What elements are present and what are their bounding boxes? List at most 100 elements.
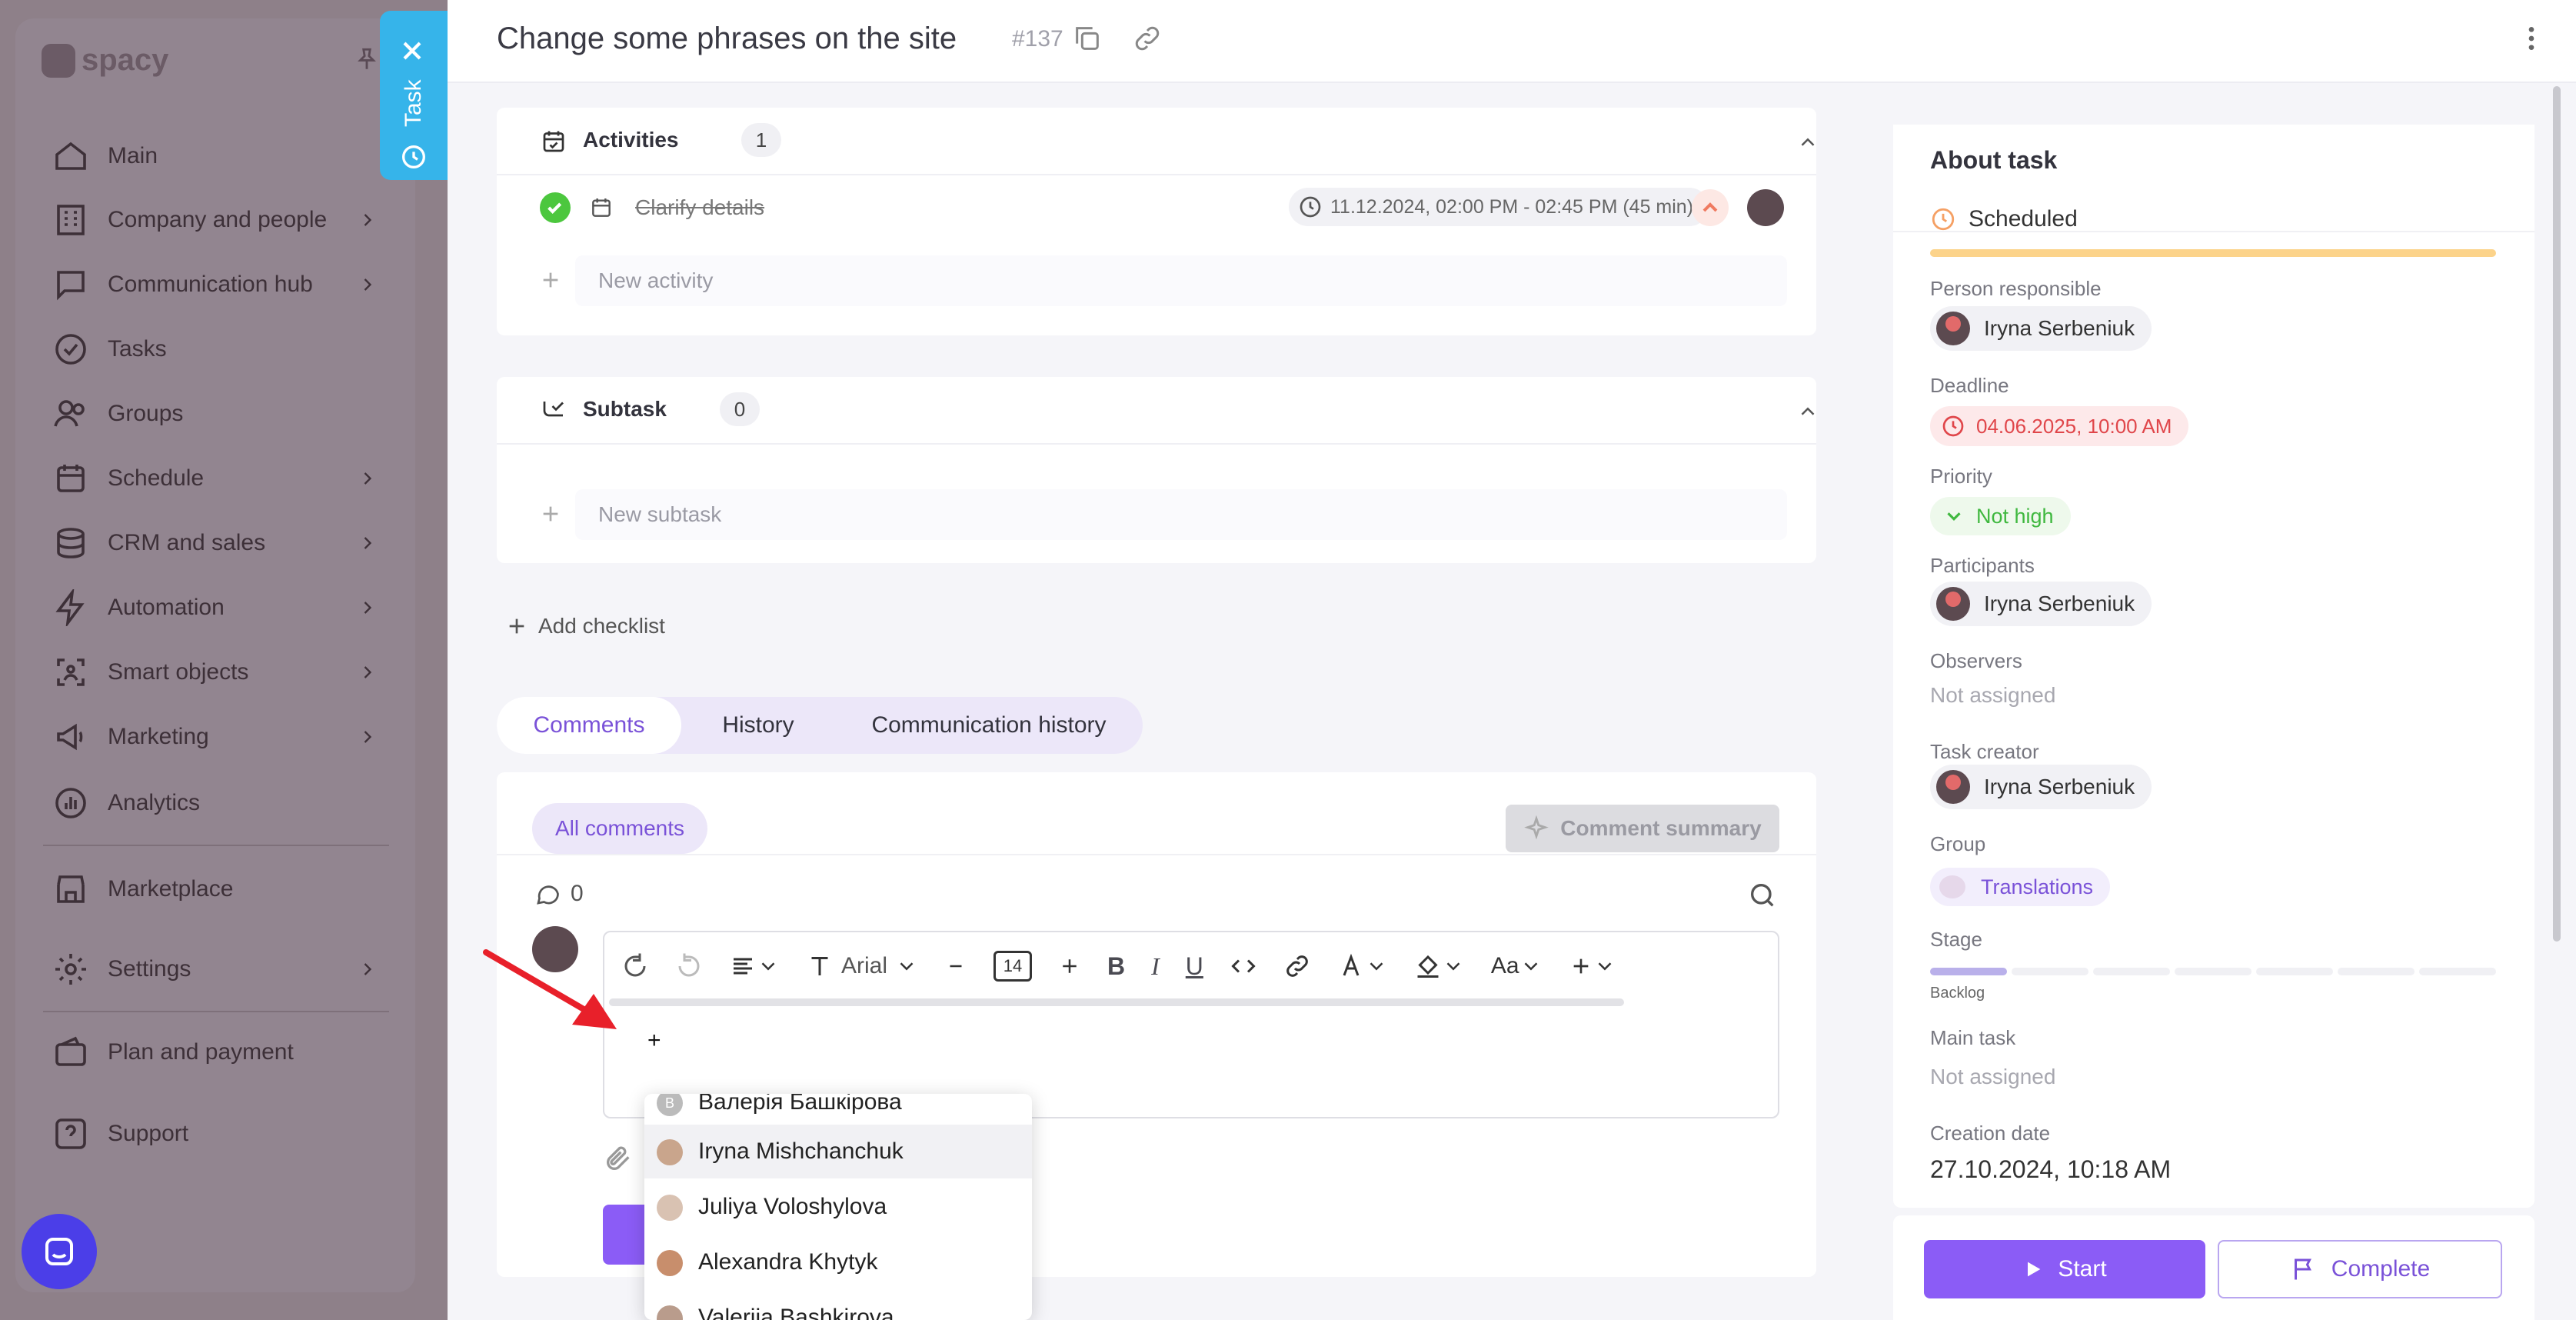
sidebar-item-company[interactable]: Company and people — [52, 197, 372, 243]
text-color-dropdown[interactable] — [1337, 932, 1388, 1000]
mention-option[interactable]: Alexandra Khytyk — [644, 1235, 1032, 1289]
comment-summary-button[interactable]: Comment summary — [1506, 805, 1779, 852]
status-badge[interactable]: Scheduled — [1930, 206, 2078, 232]
group-badge[interactable]: Translations — [1930, 868, 2111, 906]
sidebar-item-plan-payment[interactable]: Plan and payment — [52, 1029, 294, 1075]
redo-button[interactable] — [675, 932, 703, 1000]
sidebar-item-communication-hub[interactable]: Communication hub — [52, 262, 372, 308]
creation-date-label: Creation date — [1930, 1122, 2051, 1145]
tab-history[interactable]: History — [689, 697, 827, 754]
sidebar-item-groups[interactable]: Groups — [52, 391, 183, 437]
font-size-decrease-button[interactable] — [944, 932, 967, 1000]
comment-editor[interactable]: Arial 14 B I U Aa + — [603, 931, 1779, 1118]
complete-button[interactable]: Complete — [2218, 1240, 2502, 1298]
toolbar-scrollbar[interactable] — [609, 998, 1624, 1006]
mention-option[interactable]: Valeriia Bashkirova — [644, 1291, 1032, 1320]
text-style-dropdown[interactable]: Aa — [1491, 932, 1543, 1000]
font-size-increase-button[interactable] — [1058, 932, 1081, 1000]
sidebar-item-label: Main — [108, 143, 158, 168]
avatar — [1936, 770, 1970, 804]
start-button[interactable]: Start — [1924, 1240, 2205, 1298]
flag-icon — [2294, 1258, 2311, 1280]
sidebar-item-tasks[interactable]: Tasks — [52, 326, 167, 372]
chevron-right-icon — [364, 278, 372, 291]
link-icon[interactable] — [1132, 23, 1163, 54]
text-icon — [811, 957, 828, 975]
chat-launcher-button[interactable] — [22, 1214, 97, 1289]
done-check-icon[interactable] — [540, 192, 571, 223]
avatar: В — [657, 1094, 683, 1116]
activity-time: 11.12.2024, 02:00 PM - 02:45 PM (45 min) — [1330, 195, 1694, 218]
new-activity-input[interactable]: New activity — [575, 255, 1787, 306]
sidebar-item-crm[interactable]: CRM and sales — [52, 520, 372, 566]
pin-icon[interactable] — [354, 46, 380, 72]
align-dropdown[interactable] — [729, 932, 780, 1000]
close-icon[interactable] — [397, 35, 428, 66]
tab-communication-history[interactable]: Communication history — [835, 697, 1143, 754]
stage-progress[interactable] — [1930, 968, 2496, 975]
all-comments-filter[interactable]: All comments — [532, 803, 707, 854]
search-icon[interactable] — [1747, 880, 1778, 911]
activities-header[interactable]: Activities 1 — [497, 108, 1816, 175]
avatar[interactable] — [1747, 189, 1784, 226]
font-family-dropdown[interactable]: Arial — [806, 932, 918, 1000]
sidebar-item-analytics[interactable]: Analytics — [52, 780, 200, 826]
tab-comments[interactable]: Comments — [497, 697, 681, 754]
sidebar-item-main[interactable]: Main — [52, 133, 158, 179]
task-creator-name: Iryna Serbeniuk — [1984, 775, 2135, 798]
page-title[interactable]: Change some phrases on the site — [497, 22, 957, 56]
calendar-icon — [57, 465, 85, 492]
attachment-icon[interactable] — [603, 1143, 634, 1174]
sidebar-item-label: Tasks — [108, 336, 167, 362]
observers-value[interactable]: Not assigned — [1930, 683, 2055, 708]
chevron-right-icon — [364, 214, 372, 226]
sidebar-item-marketplace[interactable]: Marketplace — [52, 866, 233, 912]
highlight-color-dropdown[interactable] — [1414, 932, 1465, 1000]
mention-option[interactable]: Juliya Voloshylova — [644, 1180, 1032, 1234]
add-checklist-button[interactable]: Add checklist — [504, 614, 665, 638]
insert-link-button[interactable] — [1283, 932, 1311, 1000]
main-task-value[interactable]: Not assigned — [1930, 1065, 2055, 1089]
participant-chip[interactable]: Iryna Serbeniuk — [1930, 582, 2152, 626]
more-vertical-icon[interactable] — [2516, 23, 2547, 54]
subtask-header[interactable]: Subtask 0 — [497, 377, 1816, 445]
send-comment-button[interactable] — [603, 1205, 649, 1265]
font-size-field[interactable]: 14 — [993, 932, 1033, 1000]
mention-dropdown: В Валерія Башкірова Iryna Mishchanchuk J… — [644, 1094, 1032, 1320]
sidebar-item-automation[interactable]: Automation — [52, 585, 372, 631]
plus-icon — [1063, 959, 1077, 973]
task-creator-chip[interactable]: Iryna Serbeniuk — [1930, 765, 2152, 809]
person-responsible-chip[interactable]: Iryna Serbeniuk — [1930, 306, 2152, 351]
priority-badge[interactable]: Not high — [1930, 497, 2071, 535]
avatar — [657, 1139, 683, 1165]
subtask-card: Subtask 0 New subtask — [497, 377, 1816, 563]
scan-icon — [57, 658, 85, 686]
task-actions-footer: Start Complete — [1893, 1215, 2534, 1320]
chevron-right-icon — [364, 731, 372, 743]
new-subtask-input[interactable]: New subtask — [575, 489, 1787, 540]
priority-value: Not high — [1976, 504, 2054, 528]
code-button[interactable] — [1230, 932, 1257, 1000]
sidebar-item-settings[interactable]: Settings — [52, 946, 372, 992]
panel-scrollbar[interactable] — [2553, 86, 2561, 942]
italic-button[interactable]: I — [1151, 932, 1160, 1000]
sidebar-item-support[interactable]: Support — [52, 1111, 188, 1157]
stage-segment — [2419, 968, 2496, 975]
sidebar-item-label: Groups — [108, 401, 184, 426]
sidebar-item-schedule[interactable]: Schedule — [52, 455, 372, 502]
insert-dropdown[interactable] — [1569, 932, 1616, 1000]
activity-item[interactable]: Clarify details 11.12.2024, 02:00 PM - 0… — [497, 185, 1816, 231]
priority-up-button[interactable] — [1692, 189, 1729, 226]
mention-option[interactable]: Iryna Mishchanchuk — [644, 1125, 1032, 1178]
logo-text: spacy — [82, 43, 169, 77]
sidebar-item-smart-objects[interactable]: Smart objects — [52, 649, 372, 695]
deadline-badge[interactable]: 04.06.2025, 10:00 AM — [1930, 406, 2189, 446]
chevron-up-icon[interactable] — [1796, 400, 1819, 423]
comments-count-value: 0 — [571, 881, 584, 906]
sidebar-item-marketing[interactable]: Marketing — [52, 714, 372, 760]
chevron-up-icon[interactable] — [1796, 131, 1819, 154]
bold-button[interactable]: B — [1107, 932, 1125, 1000]
task-side-tab[interactable]: Task — [380, 11, 448, 180]
underline-button[interactable]: U — [1186, 932, 1203, 1000]
copy-icon[interactable] — [1072, 23, 1103, 54]
